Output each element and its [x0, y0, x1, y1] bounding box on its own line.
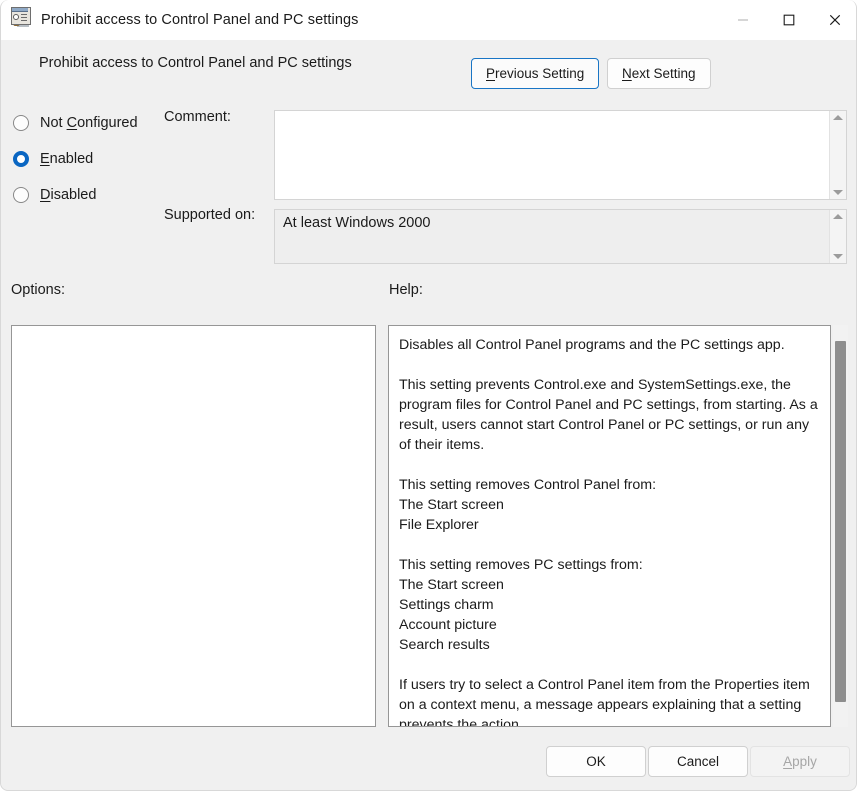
window-title: Prohibit access to Control Panel and PC … — [41, 12, 359, 28]
apply-button[interactable]: Apply — [750, 746, 850, 777]
setting-state-radio-group: Not Configured Enabled Disabled — [13, 110, 173, 218]
radio-disabled-label: Disabled — [40, 187, 96, 203]
options-panel[interactable] — [11, 325, 376, 727]
radio-enabled-indicator — [13, 151, 29, 167]
radio-option-not-configured[interactable]: Not Configured — [13, 110, 173, 136]
radio-enabled-label: Enabled — [40, 151, 93, 167]
cancel-button[interactable]: Cancel — [648, 746, 748, 777]
previous-setting-button[interactable]: Previous Setting — [471, 58, 599, 89]
maximize-icon[interactable] — [766, 0, 812, 40]
supported-on-box: At least Windows 2000 — [274, 209, 847, 264]
help-text: Disables all Control Panel programs and … — [389, 326, 830, 727]
comment-input[interactable] — [275, 111, 829, 199]
accel-c: C — [67, 115, 77, 131]
accel-e: E — [40, 151, 50, 167]
scroll-down-icon[interactable] — [833, 254, 843, 259]
close-icon[interactable] — [812, 0, 857, 40]
next-setting-button[interactable]: Next Setting — [607, 58, 711, 89]
help-panel: Disables all Control Panel programs and … — [388, 325, 831, 727]
group-policy-setting-dialog: Prohibit access to Control Panel and PC … — [0, 0, 857, 791]
comment-box[interactable] — [274, 110, 847, 200]
group-policy-setting-icon — [11, 7, 31, 25]
options-label: Options: — [11, 282, 65, 298]
radio-option-disabled[interactable]: Disabled — [13, 182, 173, 208]
next-setting-label: ext Setting — [632, 66, 696, 81]
window-controls — [720, 0, 857, 40]
accel-d: D — [40, 187, 50, 203]
apply-label: pply — [792, 754, 817, 769]
radio-disabled-indicator — [13, 187, 29, 203]
scroll-down-icon[interactable] — [833, 190, 843, 195]
supported-on-scrollbar[interactable] — [829, 210, 846, 263]
supported-on-value: At least Windows 2000 — [275, 210, 829, 263]
previous-setting-label-accel: P — [486, 66, 495, 81]
scroll-up-icon[interactable] — [833, 214, 843, 219]
minimize-icon[interactable] — [720, 0, 766, 40]
apply-label-accel: A — [783, 754, 792, 769]
comment-scrollbar[interactable] — [829, 111, 846, 199]
supported-on-label: Supported on: — [164, 207, 255, 223]
help-label: Help: — [389, 282, 423, 298]
radio-option-enabled[interactable]: Enabled — [13, 146, 173, 172]
radio-not-configured-indicator — [13, 115, 29, 131]
scroll-up-icon[interactable] — [833, 115, 843, 120]
help-scrollbar-thumb[interactable] — [835, 341, 846, 702]
ok-button[interactable]: OK — [546, 746, 646, 777]
comment-label: Comment: — [164, 109, 231, 125]
previous-setting-label: revious Setting — [495, 66, 584, 81]
next-setting-label-accel: N — [622, 66, 632, 81]
radio-not-configured-label: Not Configured — [40, 115, 138, 131]
title-bar: Prohibit access to Control Panel and PC … — [1, 0, 857, 40]
setting-name-heading: Prohibit access to Control Panel and PC … — [39, 55, 352, 71]
